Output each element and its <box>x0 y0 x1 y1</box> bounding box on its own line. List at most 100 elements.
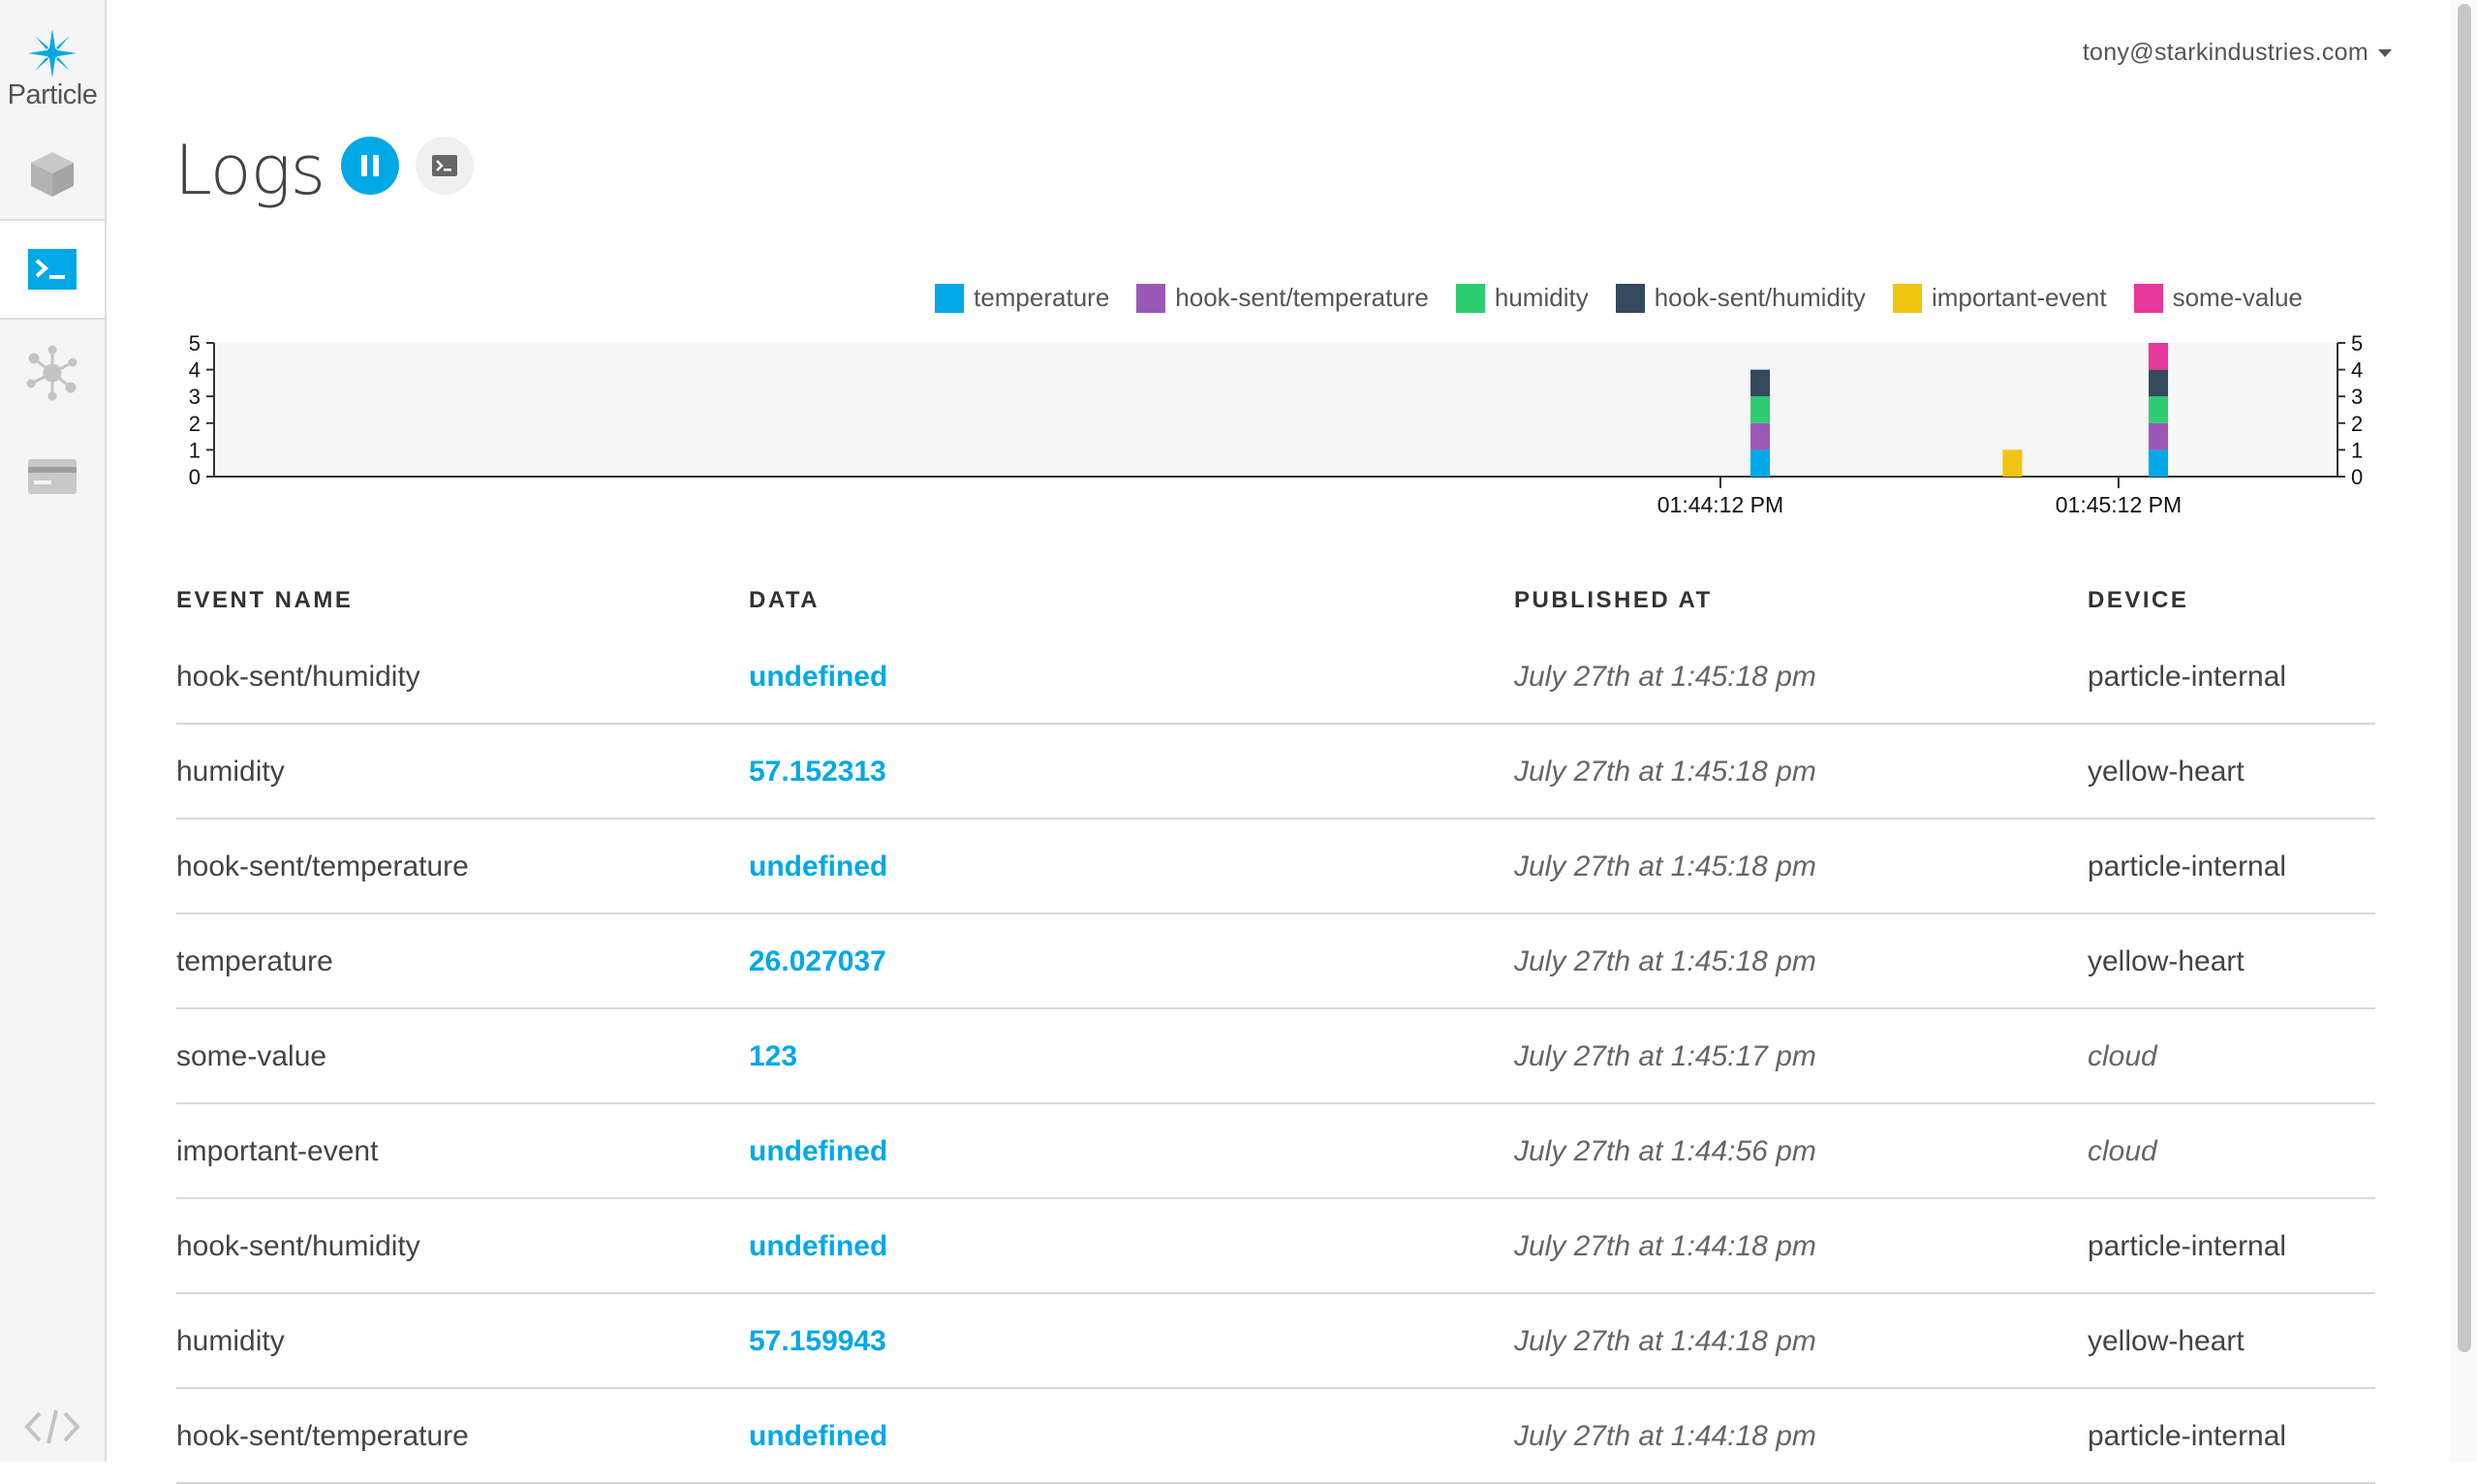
legend-label: temperature <box>974 283 1110 312</box>
chart-bar-segment <box>1750 396 1771 423</box>
legend-label: humidity <box>1494 283 1589 312</box>
header-data[interactable]: DATA <box>749 579 1514 630</box>
data-cell: undefined <box>749 1388 1514 1484</box>
chart-bar-segment <box>2149 449 2169 477</box>
event-name-cell: important-event <box>176 1103 749 1199</box>
event-name-cell: humidity <box>176 724 749 819</box>
y-tick-label-right: 0 <box>2351 465 2363 489</box>
device-cell: yellow-heart <box>2088 1293 2375 1389</box>
y-tick-label-right: 5 <box>2351 331 2363 356</box>
legend-item[interactable]: important-event <box>1892 283 2107 313</box>
data-cell: undefined <box>749 1103 1514 1199</box>
table-row[interactable]: hook-sent/humidity undefined July 27th at … <box>176 630 2375 725</box>
header-device[interactable]: DEVICE <box>2088 579 2375 630</box>
legend-swatch <box>1136 283 1166 313</box>
table-header-row: EVENT NAME DATA PUBLISHED AT DEVICE <box>176 579 2375 630</box>
y-tick-label-left: 5 <box>189 331 201 356</box>
particle-logo[interactable]: Particle <box>0 29 105 121</box>
y-tick-label-right: 3 <box>2351 385 2363 409</box>
user-email: tony@starkindustries.com <box>2082 39 2369 66</box>
pause-button[interactable] <box>341 137 399 195</box>
data-cell: 57.152313 <box>749 724 1514 819</box>
y-tick-label-left: 2 <box>189 412 201 436</box>
published-at-cell: July 27th at 1:44:18 pm <box>1514 1388 2088 1484</box>
legend-swatch <box>1615 283 1645 313</box>
legend-label: hook-sent/temperature <box>1175 283 1429 312</box>
x-tick-label: 01:44:12 PM <box>1657 492 1783 517</box>
device-cell: particle-internal <box>2088 819 2375 914</box>
table-row[interactable]: hook-sent/humidity undefined July 27th at … <box>176 1198 2375 1294</box>
y-tick-label-left: 4 <box>189 358 201 383</box>
device-cell: particle-internal <box>2088 1388 2375 1484</box>
event-name-cell: humidity <box>176 1293 749 1389</box>
y-tick-label-left: 3 <box>189 385 201 409</box>
device-cell: cloud <box>2088 1008 2375 1104</box>
table-row[interactable]: hook-sent/temperature undefined July 27th … <box>176 1388 2375 1484</box>
header-published-at[interactable]: PUBLISHED AT <box>1514 579 2088 630</box>
data-cell: undefined <box>749 630 1514 725</box>
user-menu[interactable]: tony@starkindustries.com <box>2083 39 2392 67</box>
event-histogram-chart: 0 01 12 23 34 45 501:44:12 PM 01:45:12 PM <box>189 331 2364 517</box>
legend-swatch <box>1892 283 1922 313</box>
table-row[interactable]: temperature 26.027037 July 27th at 1:45:18… <box>176 913 2375 1009</box>
chart-bar-segment <box>1750 449 1771 477</box>
y-tick-label-right: 4 <box>2351 358 2363 383</box>
legend-item[interactable]: humidity <box>1455 283 1589 313</box>
device-cell: cloud <box>2088 1103 2375 1199</box>
header-event-name[interactable]: EVENT NAME <box>176 579 749 630</box>
sidebar-item-devices[interactable] <box>0 143 105 205</box>
terminal-icon <box>28 249 77 290</box>
chart-legend: temperature hook-sent/temperature humidity… <box>935 283 2303 313</box>
chart-bar-segment <box>2149 369 2169 397</box>
legend-item[interactable]: some-value <box>2133 283 2303 313</box>
table-row[interactable]: important-event undefined July 27th at 1:4… <box>176 1103 2375 1199</box>
scrollbar-thumb[interactable] <box>2458 4 2471 1352</box>
table-row[interactable]: humidity 57.152313 July 27th at 1:45:18 pm… <box>176 724 2375 819</box>
brand-name: Particle <box>7 79 98 110</box>
event-name-cell: hook-sent/humidity <box>176 630 749 725</box>
sidebar-item-logs[interactable] <box>0 221 105 318</box>
x-tick-label: 01:45:12 PM <box>2056 492 2182 517</box>
published-at-cell: July 27th at 1:44:18 pm <box>1514 1293 2088 1389</box>
data-cell: undefined <box>749 819 1514 914</box>
published-at-cell: July 27th at 1:45:18 pm <box>1514 630 2088 725</box>
legend-item[interactable]: hook-sent/humidity <box>1615 283 1866 313</box>
legend-swatch <box>1455 283 1485 313</box>
y-tick-label-right: 2 <box>2351 412 2363 436</box>
chart-bar-segment <box>2149 422 2169 450</box>
data-cell: 26.027037 <box>749 913 1514 1009</box>
legend-item[interactable]: hook-sent/temperature <box>1136 283 1429 313</box>
sidebar-item-ide[interactable] <box>0 1403 105 1451</box>
terminal-icon <box>432 155 457 176</box>
legend-item[interactable]: temperature <box>935 283 1109 313</box>
chevron-down-icon <box>2378 48 2392 57</box>
chart-bar-segment <box>2149 343 2169 370</box>
page-title: Logs <box>174 131 325 210</box>
published-at-cell: July 27th at 1:45:17 pm <box>1514 1008 2088 1104</box>
device-cell: particle-internal <box>2088 1198 2375 1294</box>
data-cell: 57.159943 <box>749 1293 1514 1389</box>
y-tick-label-right: 1 <box>2351 438 2363 462</box>
device-cell: particle-internal <box>2088 630 2375 725</box>
data-cell: 123 <box>749 1008 1514 1104</box>
legend-label: hook-sent/humidity <box>1654 283 1866 312</box>
event-name-cell: hook-sent/temperature <box>176 819 749 914</box>
table-row[interactable]: humidity 57.159943 July 27th at 1:44:18 pm… <box>176 1293 2375 1389</box>
published-at-cell: July 27th at 1:45:18 pm <box>1514 819 2088 914</box>
chart-bar-segment <box>2002 449 2023 477</box>
event-name-cell: hook-sent/temperature <box>176 1388 749 1484</box>
scrollbar-track[interactable] <box>2450 0 2477 1462</box>
y-tick-label-left: 0 <box>189 465 201 489</box>
data-cell: undefined <box>749 1198 1514 1294</box>
console-view-button[interactable] <box>416 137 474 195</box>
published-at-cell: July 27th at 1:45:18 pm <box>1514 724 2088 819</box>
sidebar: Particle <box>0 0 107 1462</box>
particle-star-icon <box>28 29 77 77</box>
y-tick-label-left: 1 <box>189 438 201 462</box>
chart-bar-segment <box>2149 396 2169 423</box>
device-cell: yellow-heart <box>2088 724 2375 819</box>
table-row[interactable]: some-value 123 July 27th at 1:45:17 pm clou… <box>176 1008 2375 1104</box>
table-row[interactable]: hook-sent/temperature undefined July 27th … <box>176 819 2375 914</box>
event-name-cell: hook-sent/humidity <box>176 1198 749 1294</box>
legend-swatch <box>935 283 965 313</box>
